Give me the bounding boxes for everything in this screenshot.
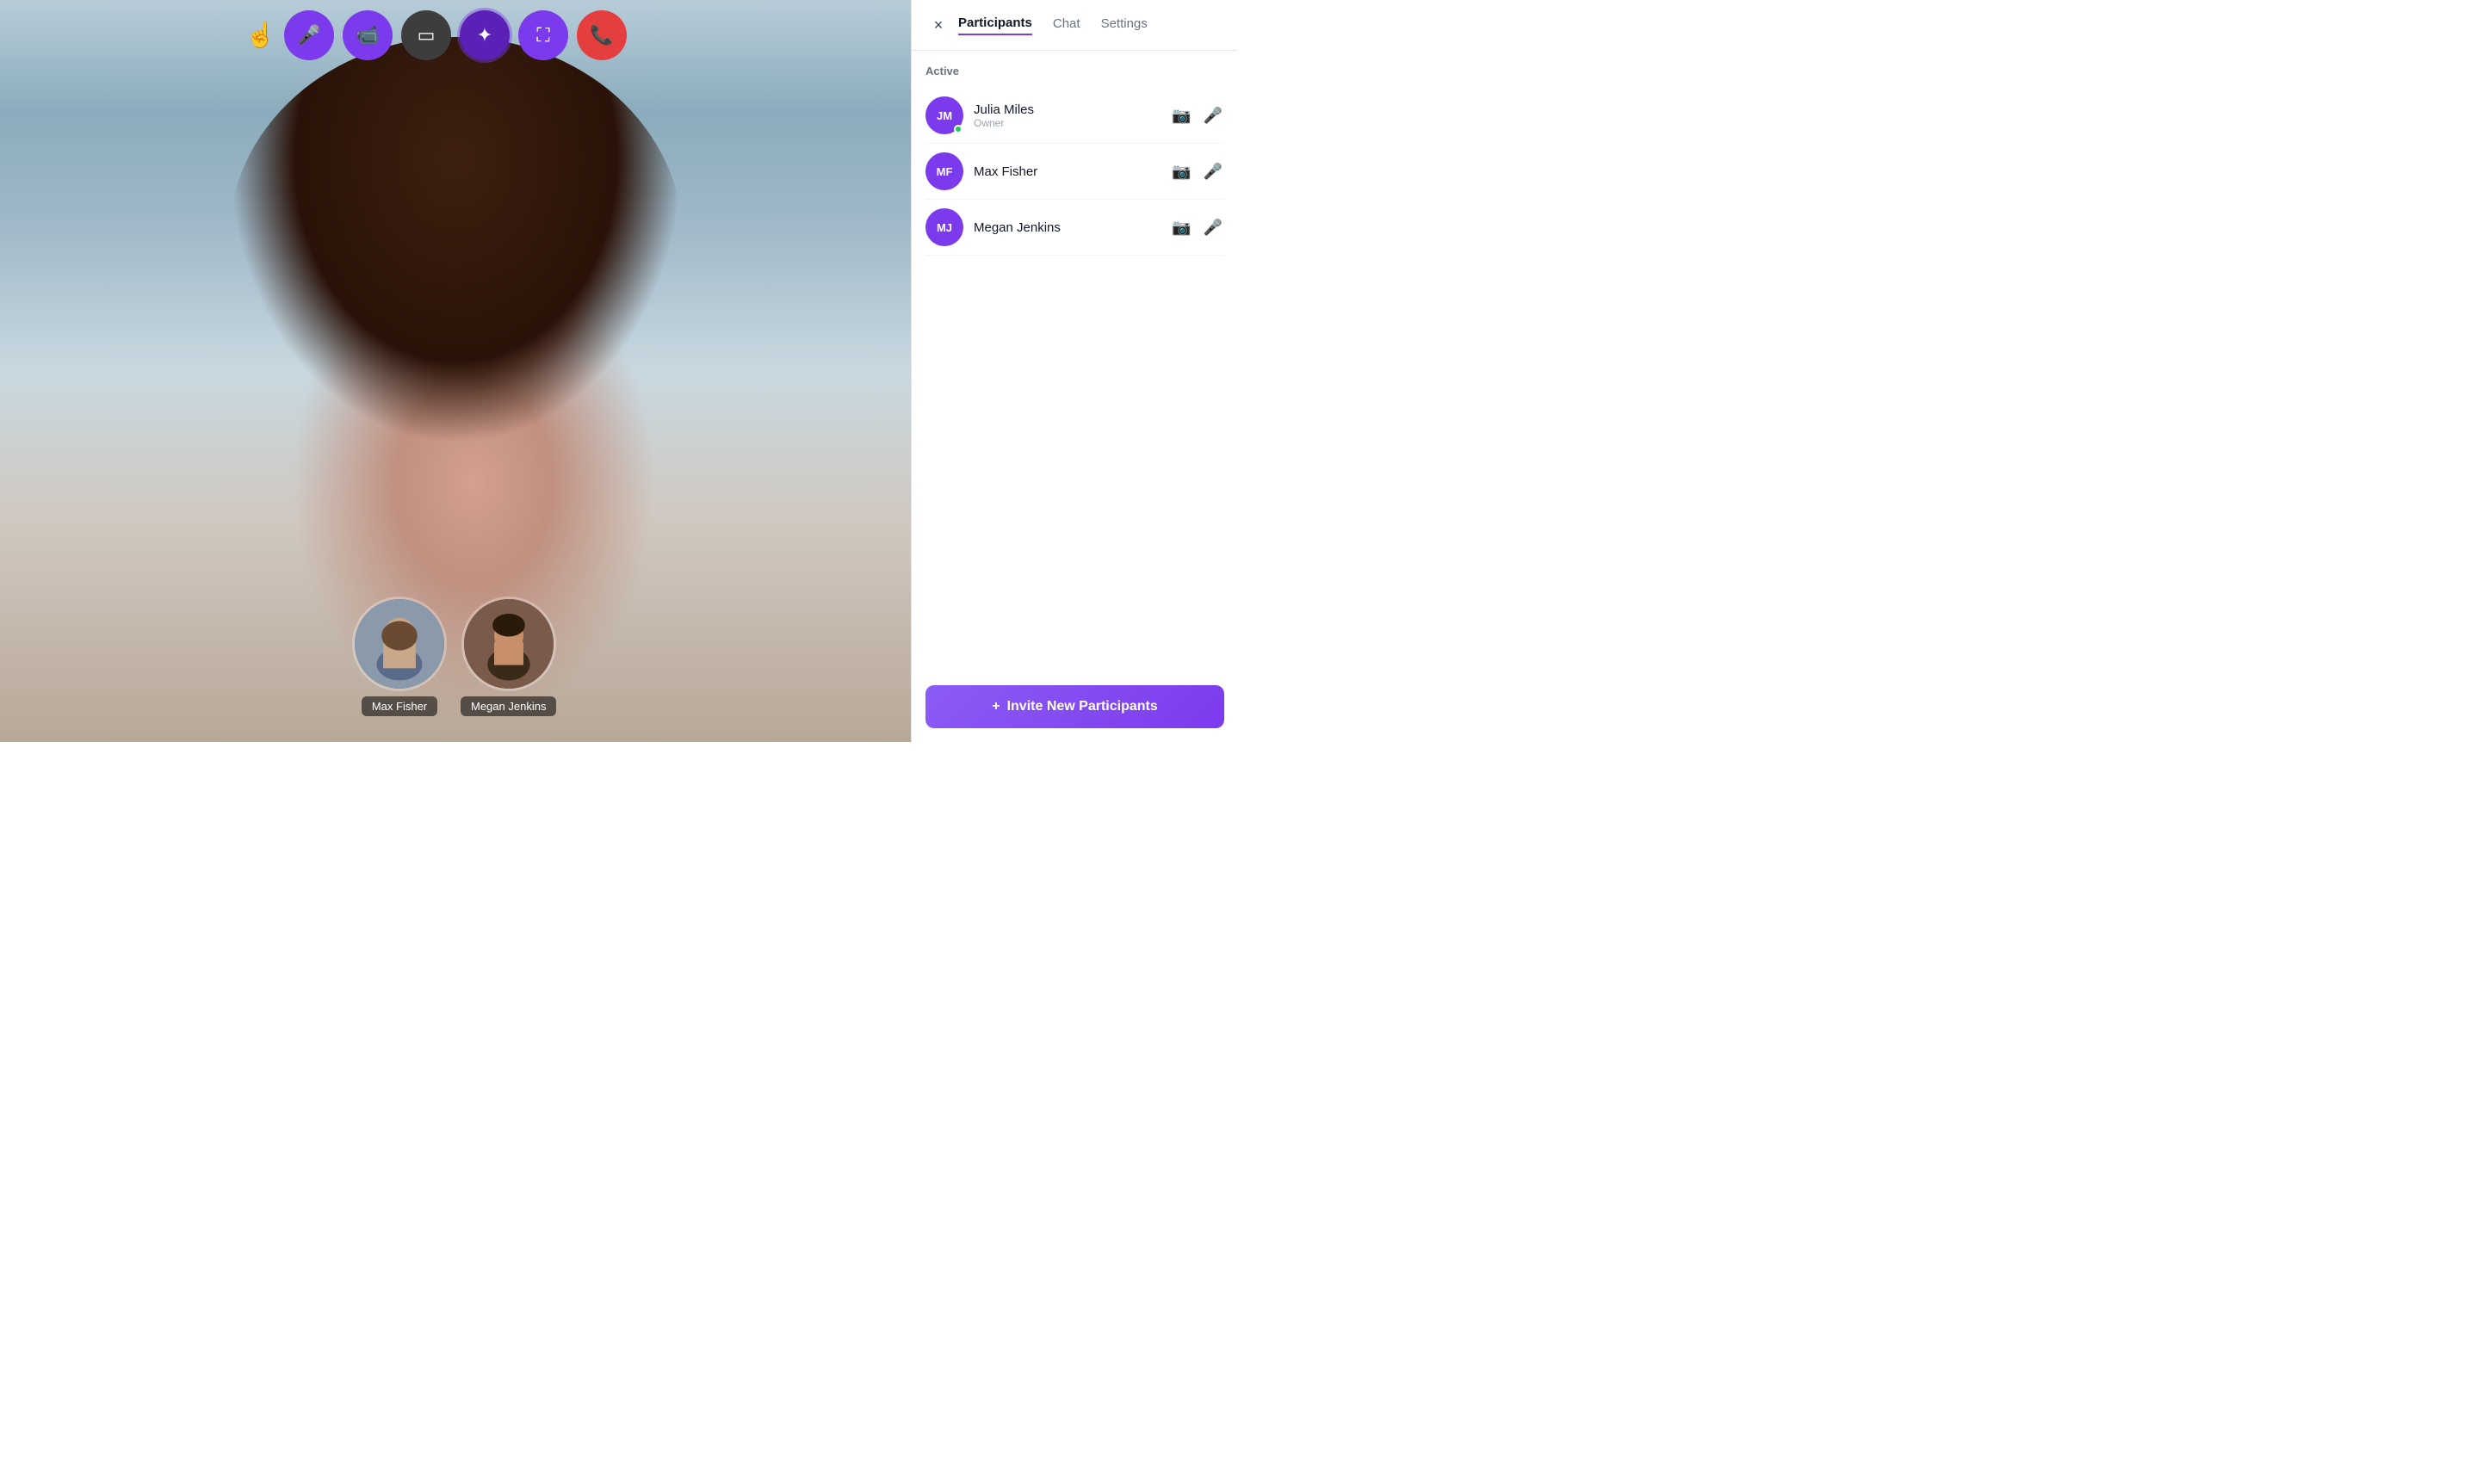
invite-button-label: Invite New Participants [1007, 699, 1158, 714]
screen-share-button[interactable]: ▭ [401, 10, 451, 60]
camera-icon-julia[interactable]: 📷 [1170, 105, 1192, 127]
tab-chat[interactable]: Chat [1053, 15, 1080, 35]
participant-name-megan: Megan Jenkins [974, 220, 1170, 235]
thumbnail-max-fisher: Max Fisher [352, 597, 447, 716]
avatar-max-placeholder [355, 599, 444, 689]
participant-row: MF Max Fisher 📷 🎤 [925, 144, 1224, 200]
thumbnail-name-megan: Megan Jenkins [461, 696, 556, 716]
participant-row: MJ Megan Jenkins 📷 🎤 [925, 200, 1224, 256]
camera-icon-max[interactable]: 📷 [1170, 161, 1192, 182]
avatar-max-fisher: MF [925, 152, 963, 190]
thumbnail-avatar-megan [461, 597, 556, 691]
invite-plus-icon: + [992, 699, 1000, 714]
participant-row: JM Julia Miles Owner 📷 🎤 [925, 88, 1224, 144]
avatar-megan-jenkins: MJ [925, 208, 963, 246]
online-indicator [954, 125, 963, 133]
participant-icons-julia: 📷 🎤 [1170, 105, 1224, 127]
tab-settings[interactable]: Settings [1101, 15, 1148, 35]
mic-icon-megan[interactable]: 🎤 [1202, 217, 1224, 238]
thumbnail-megan-jenkins: Megan Jenkins [461, 597, 556, 716]
end-call-button[interactable]: 📞 [577, 10, 627, 60]
thumbnails-bar: Max Fisher Megan Jenkins [352, 597, 556, 716]
effects-button[interactable]: ✦ [460, 10, 510, 60]
thumbnail-avatar-max [352, 597, 447, 691]
avatar-julia-miles: JM [925, 96, 963, 134]
tab-navigation: Participants Chat Settings [958, 15, 1224, 35]
participant-info-julia: Julia Miles Owner [974, 102, 1170, 129]
participant-icons-megan: 📷 🎤 [1170, 217, 1224, 238]
avatar-initials-julia: JM [937, 109, 952, 122]
controls-bar: 🎤 📹 ▭ ✦ ⛶ 📞 [284, 10, 627, 60]
participant-name-max: Max Fisher [974, 164, 1170, 179]
expand-button[interactable]: ⛶ [518, 10, 568, 60]
sidebar-header: × Participants Chat Settings [912, 0, 1238, 51]
mic-icon-julia[interactable]: 🎤 [1202, 105, 1224, 127]
avatar-initials-megan: MJ [937, 221, 952, 234]
hair-decoration [228, 37, 684, 445]
thumbnail-name-max: Max Fisher [362, 696, 437, 716]
participant-name-julia: Julia Miles [974, 102, 1170, 117]
close-sidebar-button[interactable]: × [925, 12, 951, 38]
camera-button[interactable]: 📹 [343, 10, 393, 60]
avatar-initials-max: MF [937, 165, 953, 178]
participant-role-julia: Owner [974, 117, 1170, 129]
invite-new-participants-button[interactable]: + Invite New Participants [925, 685, 1224, 728]
avatar-megan-placeholder [464, 599, 554, 689]
mic-button[interactable]: 🎤 [284, 10, 334, 60]
participant-info-max: Max Fisher [974, 164, 1170, 179]
participant-icons-max: 📷 🎤 [1170, 161, 1224, 182]
mic-icon-max[interactable]: 🎤 [1202, 161, 1224, 182]
sidebar-panel: × Participants Chat Settings Active JM J… [911, 0, 1238, 742]
camera-icon-megan[interactable]: 📷 [1170, 217, 1192, 238]
participants-list: Active JM Julia Miles Owner 📷 🎤 MF Max F… [912, 51, 1238, 671]
participant-info-megan: Megan Jenkins [974, 220, 1170, 235]
tab-participants[interactable]: Participants [958, 15, 1032, 35]
section-active-label: Active [925, 65, 1224, 77]
video-area: 🎤 📹 ▭ ✦ ⛶ 📞 ☝ [0, 0, 911, 742]
